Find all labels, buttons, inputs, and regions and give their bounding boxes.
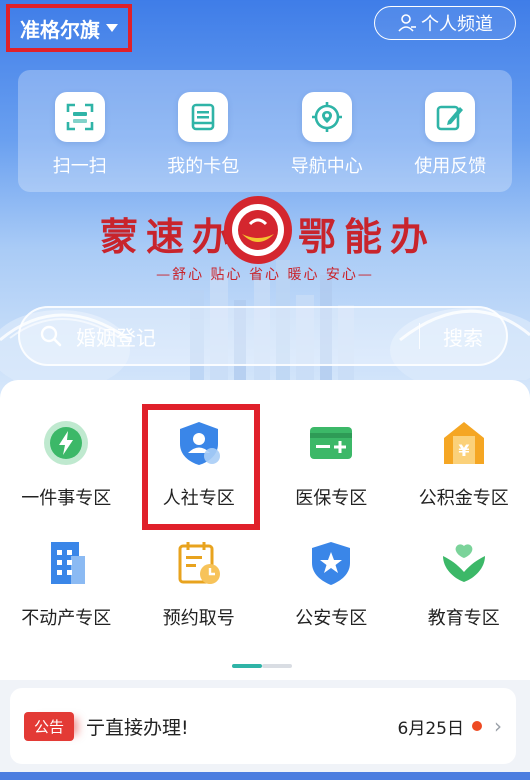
tool-scan[interactable]: 扫一扫 [20, 92, 140, 178]
service-grid: 一件事专区 人社专区 医保专区 ¥ 公积金专区 不动产专区 预约取号 公安专区 … [0, 416, 530, 656]
service-public-security[interactable]: 公安专区 [265, 536, 398, 656]
calendar-clock-icon [172, 536, 226, 590]
service-label: 教育专区 [427, 608, 500, 629]
service-appointment[interactable]: 预约取号 [133, 536, 266, 656]
pager-dot [262, 664, 292, 668]
service-label: 预约取号 [162, 608, 235, 629]
service-label: 公安专区 [295, 608, 368, 629]
medical-card-icon [304, 416, 358, 470]
tool-feedback[interactable]: 使用反馈 [390, 92, 510, 178]
page-indicator [232, 664, 292, 668]
slogan-banner: 蒙速办 鄂能办 —舒心 贴心 省心 暖心 安心— [0, 194, 530, 290]
service-education[interactable]: 教育专区 [398, 536, 530, 656]
service-label: 一件事专区 [21, 488, 112, 509]
notice-text: 亍直接办理! [86, 716, 189, 739]
pager-dot-active [232, 664, 262, 668]
unread-dot [472, 721, 482, 731]
slogan-right-text: 鄂能办 [298, 214, 437, 259]
tool-label: 我的卡包 [167, 156, 240, 177]
personal-channel-button[interactable]: 个人频道 [374, 6, 516, 40]
slogan-left-text: 蒙速办 [100, 214, 239, 259]
notice-bar[interactable]: 公告 亍直接办理! 6月25日 › [10, 688, 516, 764]
tool-label: 导航中心 [290, 156, 363, 177]
service-housing-fund[interactable]: ¥ 公积金专区 [398, 416, 530, 536]
region-label: 准格尔旗 [20, 17, 100, 42]
lightning-icon [39, 416, 93, 470]
tool-navigation[interactable]: 导航中心 [267, 92, 387, 178]
service-social-security[interactable]: 人社专区 [133, 416, 266, 536]
service-label: 公积金专区 [418, 488, 509, 509]
search-input[interactable]: 婚姻登记 [76, 322, 419, 351]
search-button[interactable]: 搜索 [420, 322, 506, 351]
notice-tag: 公告 [24, 711, 75, 741]
service-label: 人社专区 [162, 488, 235, 509]
service-real-estate[interactable]: 不动产专区 [0, 536, 133, 656]
tool-card-wallet[interactable]: 我的卡包 [143, 92, 263, 178]
person-shield-icon [172, 416, 226, 470]
scan-icon [54, 92, 105, 142]
region-selector[interactable]: 准格尔旗 [6, 4, 132, 52]
quick-tools-panel: 扫一扫 我的卡包 导航中心 使用反馈 [18, 70, 512, 192]
housing-fund-icon: ¥ [437, 416, 491, 470]
personal-channel-label: 个人频道 [421, 14, 493, 35]
education-icon [437, 536, 491, 590]
navigation-icon [301, 92, 352, 142]
svg-text:¥: ¥ [458, 441, 469, 460]
service-row: 不动产专区 预约取号 公安专区 教育专区 [0, 536, 530, 656]
search-icon [40, 325, 62, 347]
search-bar[interactable]: 婚姻登记 搜索 [18, 306, 508, 366]
tool-label: 扫一扫 [52, 156, 107, 177]
building-icon [39, 536, 93, 590]
user-icon [398, 14, 416, 32]
service-one-thing[interactable]: 一件事专区 [0, 416, 133, 536]
feedback-icon [425, 92, 476, 142]
bottom-strip [0, 772, 530, 780]
ordos-emblem-logo [224, 196, 292, 264]
chevron-right-icon: › [494, 714, 502, 738]
service-card: 一件事专区 人社专区 医保专区 ¥ 公积金专区 不动产专区 预约取号 公安专区 … [0, 380, 530, 680]
service-label: 医保专区 [295, 488, 368, 509]
service-label: 不动产专区 [21, 608, 112, 629]
card-wallet-icon [178, 92, 229, 142]
hero-banner: 准格尔旗 个人频道 扫一扫 我的卡包 导航中心 使用反馈 蒙速办 鄂能办 —舒心… [0, 0, 530, 400]
tool-label: 使用反馈 [414, 156, 487, 177]
service-row: 一件事专区 人社专区 医保专区 ¥ 公积金专区 [0, 416, 530, 536]
caret-down-icon [106, 24, 118, 32]
police-shield-icon [304, 536, 358, 590]
slogan-subtitle: —舒心 贴心 省心 暖心 安心— [156, 267, 374, 283]
notice-date: 6月25日 [397, 718, 464, 739]
service-medical-insurance[interactable]: 医保专区 [265, 416, 398, 536]
